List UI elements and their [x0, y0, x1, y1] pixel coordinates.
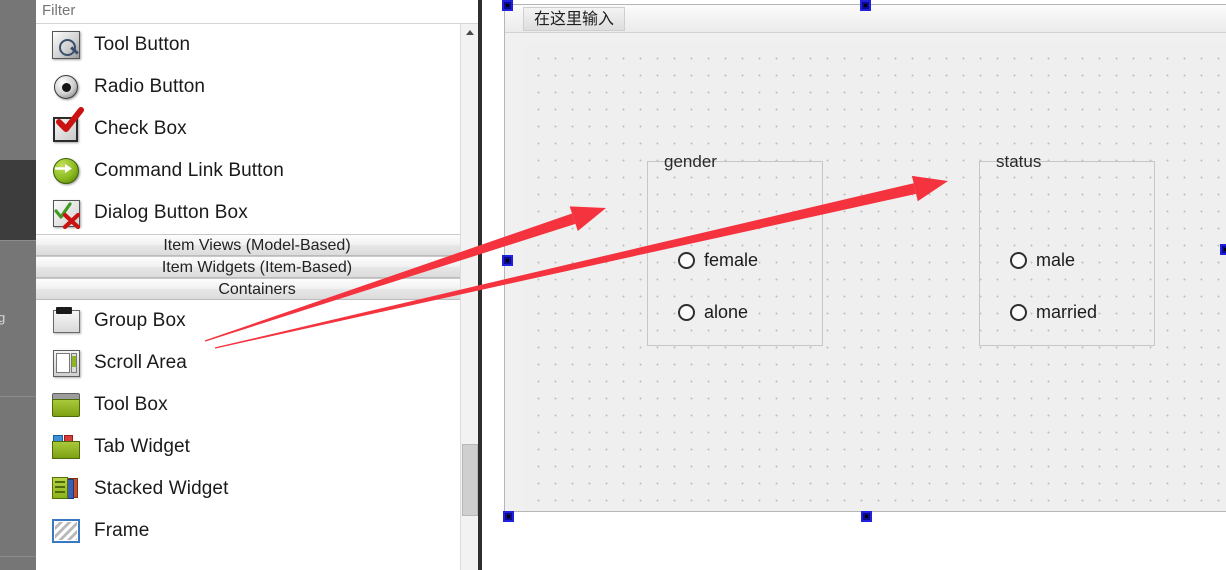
- radio-circle-icon: [678, 304, 695, 321]
- widget-box-item[interactable]: Radio Button: [36, 66, 478, 108]
- radio-circle-icon: [678, 252, 695, 269]
- widget-box-item[interactable]: Tool Button: [36, 24, 478, 66]
- widget-box-item-label: Group Box: [94, 310, 186, 331]
- widget-box-item-label: Frame: [94, 520, 150, 541]
- radio-alone-label: alone: [704, 302, 749, 322]
- form-editor-area: 在这里输入 gender female alone status male ma…: [484, 0, 1226, 570]
- radio-circle-icon: [1010, 304, 1027, 321]
- left-dock-divider-1: [0, 240, 36, 241]
- widget-box-item[interactable]: Dialog Button Box: [36, 192, 478, 234]
- stacked-widget-icon: [50, 473, 82, 505]
- screen-root: g Tool Button Radio Button Check Box Comman…: [0, 0, 1226, 570]
- radio-male[interactable]: male: [1010, 250, 1075, 271]
- selection-handle-core: [506, 259, 509, 262]
- widget-box-section-header[interactable]: Containers: [36, 278, 478, 300]
- widget-box-item[interactable]: Command Link Button: [36, 150, 478, 192]
- radio-alone[interactable]: alone: [678, 302, 748, 323]
- widget-box-item-label: Dialog Button Box: [94, 202, 248, 223]
- tool-box-icon: [50, 389, 82, 421]
- selection-handle-core: [864, 4, 867, 7]
- tab-widget-icon: [50, 431, 82, 463]
- menubar-placeholder-item[interactable]: 在这里输入: [523, 7, 626, 31]
- widget-box-item-label: Radio Button: [94, 76, 206, 97]
- dialog-button-box-icon: [50, 197, 82, 229]
- frame-icon: [50, 515, 82, 547]
- tool-button-icon: [50, 29, 82, 61]
- group-box-icon: [50, 305, 82, 337]
- left-dock-strip: g: [0, 0, 36, 570]
- group-box-gender[interactable]: gender female alone: [647, 152, 823, 346]
- widget-box-item[interactable]: Stacked Widget: [36, 468, 478, 510]
- form-window[interactable]: 在这里输入 gender female alone status male ma…: [504, 4, 1226, 512]
- widget-box-item-label: Tab Widget: [94, 436, 191, 457]
- scrollbar-thumb[interactable]: [462, 444, 478, 516]
- radio-male-label: male: [1036, 250, 1076, 270]
- selection-handle[interactable]: [1220, 244, 1226, 255]
- radio-married[interactable]: married: [1010, 302, 1097, 323]
- widget-box-item-label: Tool Button: [94, 34, 191, 55]
- widget-box-section-header[interactable]: Item Views (Model-Based): [36, 234, 478, 256]
- widget-box-panel: Tool Button Radio Button Check Box Command …: [36, 0, 478, 570]
- radio-circle-icon: [1010, 252, 1027, 269]
- selection-handle[interactable]: [502, 255, 513, 266]
- selection-handle-core: [865, 515, 868, 518]
- widget-box-scrollbar[interactable]: [460, 24, 479, 570]
- widget-box-item-label: Scroll Area: [94, 352, 187, 373]
- form-canvas-grid[interactable]: gender female alone status male married: [523, 43, 1226, 511]
- left-dock-divider-2: [0, 396, 36, 397]
- selection-handle-core: [507, 515, 510, 518]
- widget-box-item-label: Stacked Widget: [94, 478, 229, 499]
- widget-box-item[interactable]: Tool Box: [36, 384, 478, 426]
- widget-box-item[interactable]: Check Box: [36, 107, 478, 150]
- selection-handle[interactable]: [860, 0, 871, 11]
- radio-female-label: female: [704, 250, 759, 270]
- selection-handle[interactable]: [503, 511, 514, 522]
- group-box-status[interactable]: status male married: [979, 152, 1155, 346]
- widget-box-list[interactable]: Tool Button Radio Button Check Box Command …: [36, 24, 478, 570]
- widget-box-item[interactable]: Scroll Area: [36, 342, 478, 384]
- chevron-up-icon[interactable]: [461, 24, 479, 42]
- scroll-area-icon: [50, 347, 82, 379]
- widget-filter-input[interactable]: [38, 0, 476, 22]
- group-box-status-title: status: [996, 152, 1042, 171]
- widget-box-item[interactable]: Group Box: [36, 300, 478, 342]
- widget-box-item-label: Command Link Button: [94, 160, 284, 181]
- radio-married-label: married: [1036, 302, 1098, 322]
- selection-handle[interactable]: [861, 511, 872, 522]
- widget-box-item[interactable]: Tab Widget: [36, 426, 478, 468]
- left-dock-divider-3: [0, 556, 36, 557]
- left-dock-partial-label: g: [0, 310, 6, 325]
- check-box-icon: [50, 107, 84, 145]
- widget-box-item-label: Tool Box: [94, 394, 168, 415]
- widget-box-item-label: Check Box: [94, 118, 187, 139]
- left-dock-active-segment[interactable]: [0, 160, 36, 240]
- selection-handle-core: [506, 4, 509, 7]
- selection-handle[interactable]: [502, 0, 513, 11]
- command-link-button-icon: [50, 155, 82, 187]
- widget-box-section-header[interactable]: Item Widgets (Item-Based): [36, 256, 478, 278]
- widget-box-filter-row: [36, 0, 478, 24]
- group-box-gender-title: gender: [664, 152, 717, 171]
- widget-box-item[interactable]: Frame: [36, 510, 478, 552]
- radio-female[interactable]: female: [678, 250, 758, 271]
- radio-button-icon: [50, 71, 82, 103]
